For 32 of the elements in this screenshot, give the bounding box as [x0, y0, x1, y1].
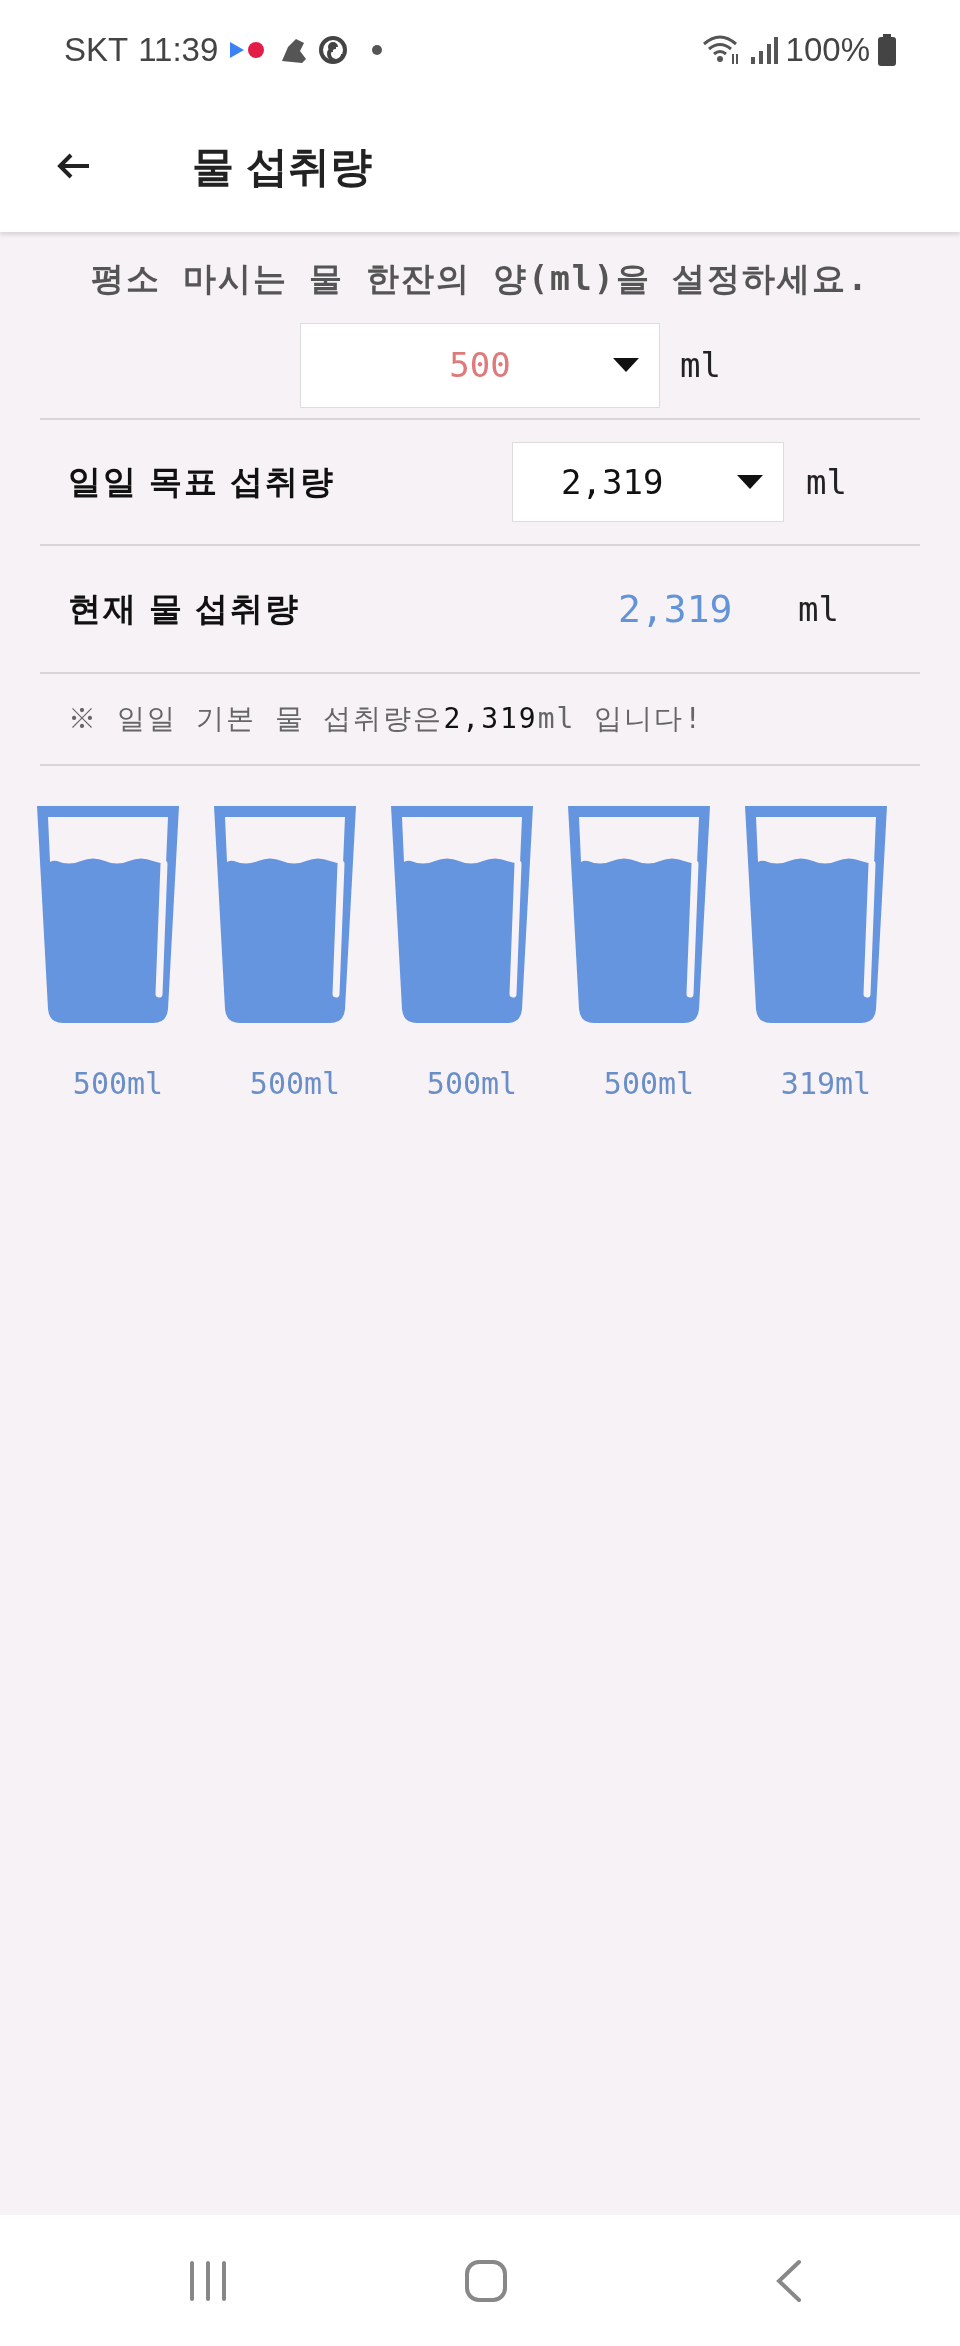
instruction-text: 평소 마시는 물 한잔의 양(ml)을 설정하세요. [89, 258, 871, 300]
caret-icon [613, 358, 639, 372]
glass-amount-text: 500ml [249, 1065, 341, 1103]
carrier-text: SKT [64, 30, 129, 71]
glass-amount-text: 500ml [426, 1065, 518, 1103]
page-title: 물 섭취량 [192, 141, 372, 192]
recent-apps-icon[interactable] [188, 2259, 228, 2302]
caret-icon [737, 475, 763, 489]
water-glass-icon[interactable] [391, 806, 533, 1023]
clock-text: 11:39 [138, 30, 219, 71]
unit-text: ml [798, 587, 839, 631]
water-glass-icon[interactable] [745, 806, 887, 1023]
dot-icon [372, 45, 383, 55]
glass-amount-text: 500ml [603, 1065, 695, 1103]
water-glass-icon[interactable] [568, 806, 710, 1023]
current-value: 2,319 [618, 585, 734, 633]
note-text: ※ 일일 기본 물 섭취량은 2,319ml 입니다! [68, 701, 704, 737]
signal-icon [749, 35, 778, 65]
back-nav-icon[interactable] [776, 2258, 802, 2303]
back-arrow-icon [57, 152, 91, 180]
unit-text: ml [680, 343, 721, 387]
unit-text: ml [806, 460, 847, 504]
water-glass-icon[interactable] [37, 806, 179, 1023]
goal-dropdown[interactable]: 2,319 [512, 442, 784, 522]
battery-text: 100% [785, 30, 870, 71]
current-label: 현재 물 섭취량 [68, 589, 302, 630]
goal-label: 일일 목표 섭취량 [68, 462, 337, 503]
home-icon[interactable] [464, 2258, 508, 2303]
glass-amount-text: 319ml [780, 1065, 872, 1103]
water-glass-icon[interactable] [214, 806, 356, 1023]
glass-amount-text: 500ml [72, 1065, 164, 1103]
battery-icon [878, 34, 896, 66]
